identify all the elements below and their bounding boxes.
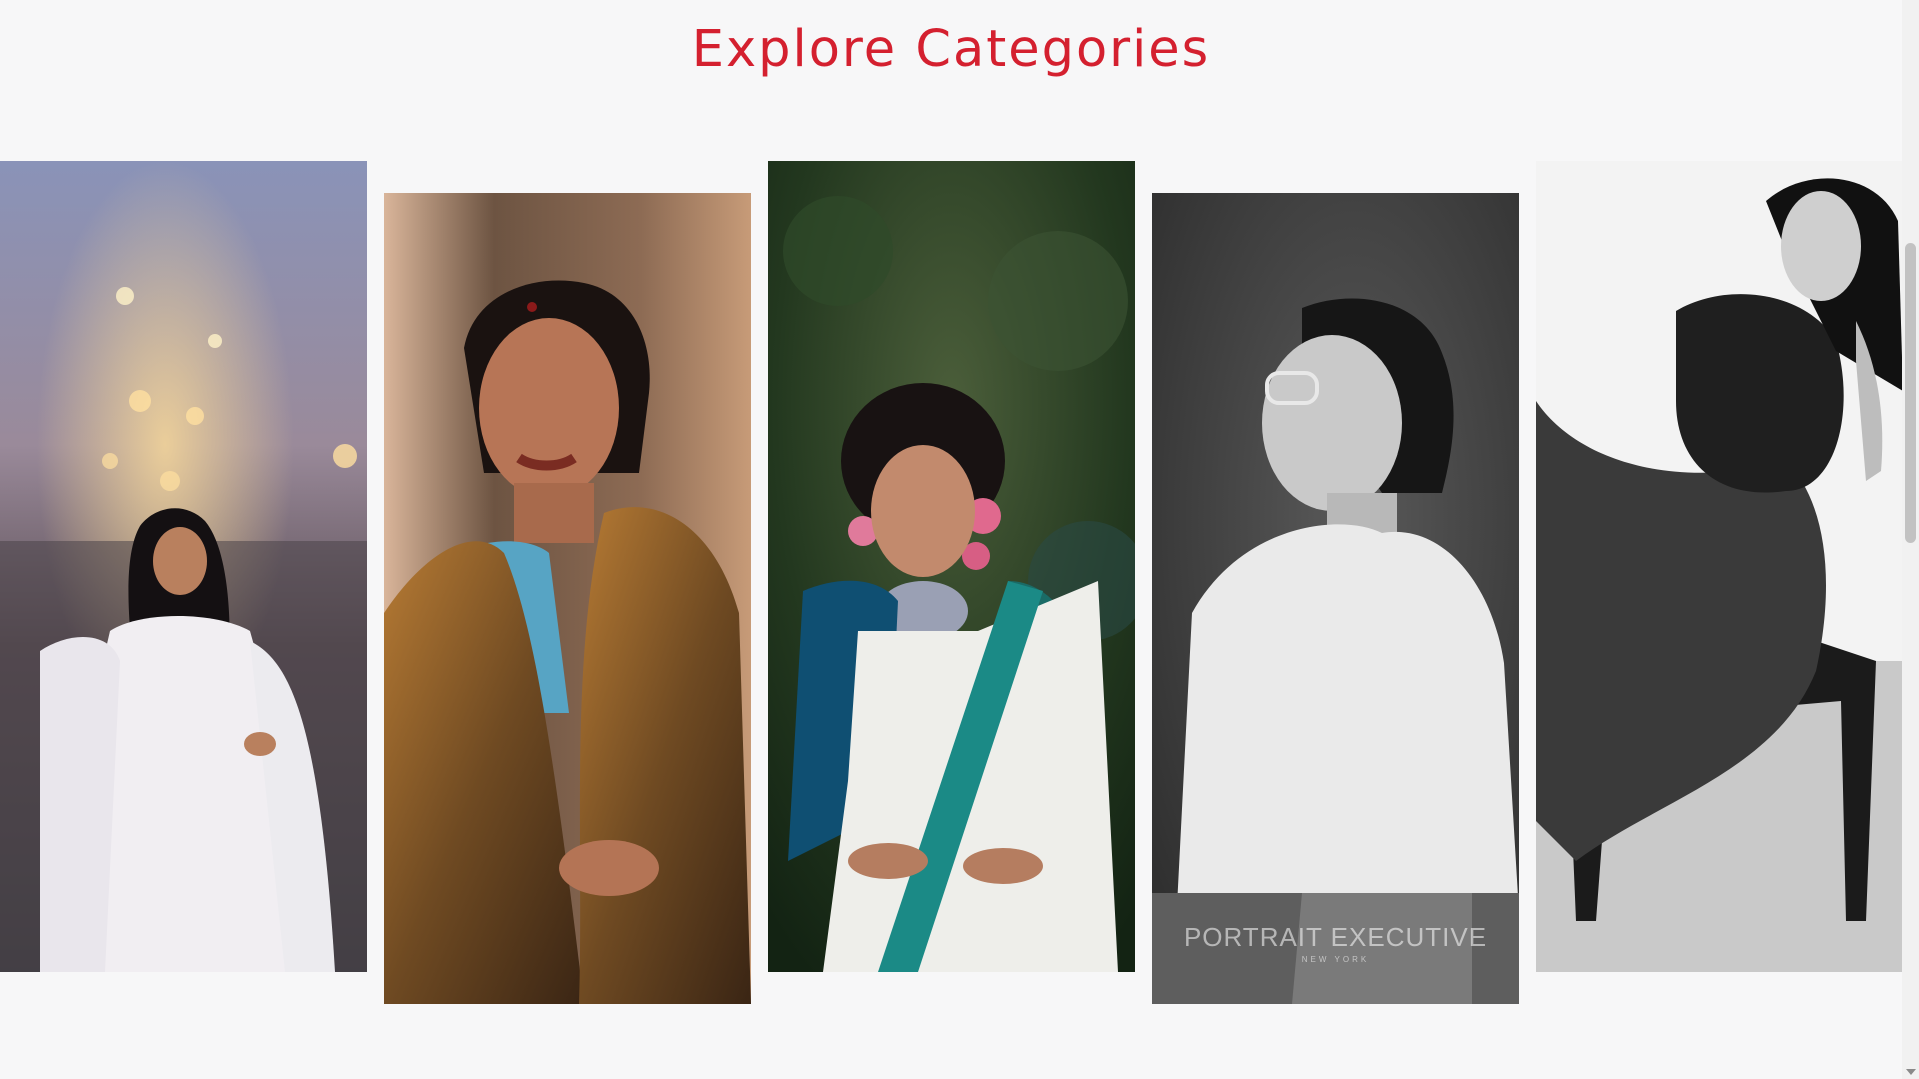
category-image-1 xyxy=(0,161,367,972)
watermark-text: PORTRAIT EXECUTIVE NEW YORK xyxy=(1183,922,1488,964)
category-image-2 xyxy=(384,193,751,1004)
category-card-4[interactable]: PORTRAIT EXECUTIVE NEW YORK xyxy=(1152,193,1519,1004)
section-title: Explore Categories xyxy=(691,20,1211,79)
category-image-4 xyxy=(1152,193,1519,1004)
category-card-3[interactable] xyxy=(768,161,1135,972)
page-scrollbar[interactable] xyxy=(1902,0,1919,1079)
category-card-2[interactable] xyxy=(384,193,751,1004)
category-image-5 xyxy=(1536,161,1903,972)
scrollbar-thumb[interactable] xyxy=(1905,243,1916,543)
category-card-5[interactable] xyxy=(1536,161,1903,972)
category-image-3 xyxy=(768,161,1135,972)
category-card-1[interactable] xyxy=(0,161,367,972)
scroll-down-arrow-icon[interactable] xyxy=(1906,1069,1916,1075)
page: Explore Categories PORTRAIT EXECUTIVE NE… xyxy=(0,0,1919,1079)
